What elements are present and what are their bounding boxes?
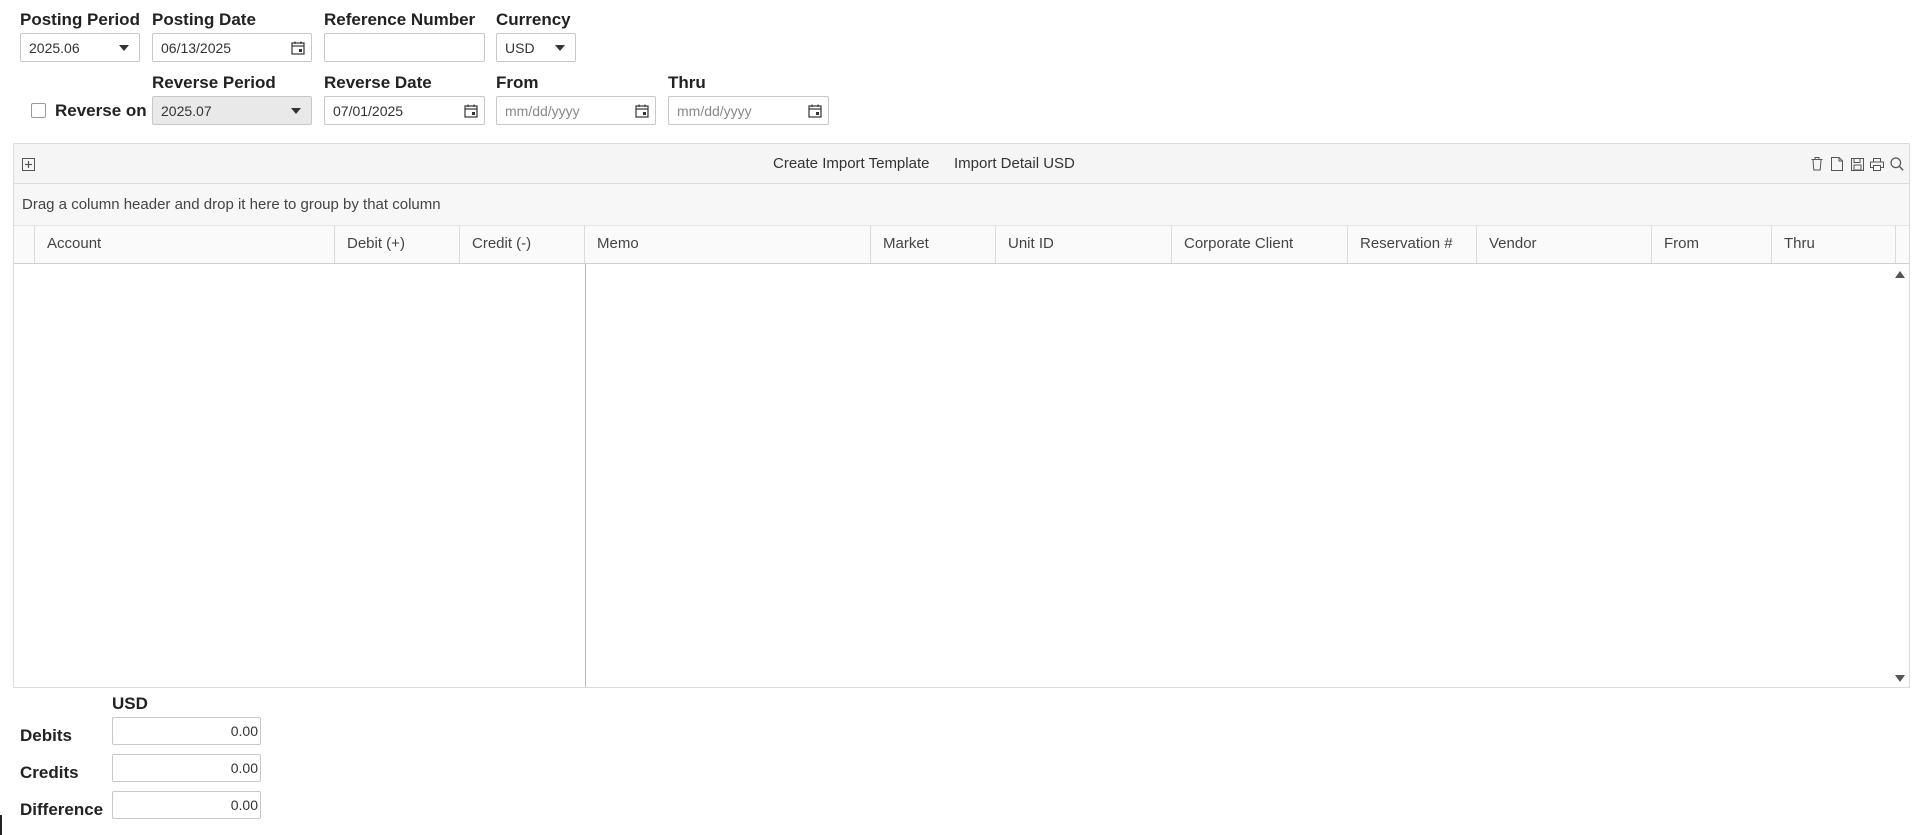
- posting-period-select[interactable]: 2025.06: [20, 33, 140, 62]
- posting-period-value: 2025.06: [29, 39, 80, 56]
- column-header-reservation[interactable]: Reservation #: [1348, 226, 1477, 263]
- chevron-down-icon: [291, 107, 301, 114]
- credits-label: Credits: [20, 763, 79, 782]
- from-date-field[interactable]: mm/dd/yyyy: [496, 96, 656, 125]
- currency-select[interactable]: USD: [496, 33, 576, 62]
- reverse-on-label: Reverse on: [55, 101, 147, 120]
- journal-detail-grid: Create Import Template Import Detail USD…: [13, 143, 1910, 688]
- difference-total: 0.00: [112, 791, 261, 819]
- debits-label: Debits: [20, 726, 72, 745]
- grid-toolbar: Create Import Template Import Detail USD: [14, 144, 1909, 184]
- column-header-account[interactable]: Account: [35, 226, 335, 263]
- delete-icon[interactable]: [1809, 156, 1825, 172]
- posting-date-label: Posting Date: [152, 10, 256, 29]
- expand-icon[interactable]: [20, 156, 36, 172]
- column-header-memo[interactable]: Memo: [585, 226, 871, 263]
- group-by-panel[interactable]: Drag a column header and drop it here to…: [14, 184, 1909, 226]
- column-header-credit[interactable]: Credit (-): [460, 226, 585, 263]
- create-import-template-button[interactable]: Create Import Template: [773, 155, 929, 172]
- calendar-icon[interactable]: [457, 97, 484, 124]
- reverse-period-value: 2025.07: [161, 102, 212, 119]
- posting-date-value: 06/13/2025: [161, 39, 232, 56]
- grid-header-row: Account Debit (+) Credit (-) Memo Market…: [14, 226, 1909, 264]
- thru-date-placeholder: mm/dd/yyyy: [677, 102, 752, 119]
- reverse-date-value: 07/01/2025: [333, 102, 404, 119]
- reverse-on-checkbox[interactable]: [31, 103, 46, 118]
- chevron-down-icon: [555, 44, 565, 51]
- column-header-unit-id[interactable]: Unit ID: [996, 226, 1172, 263]
- column-header-thru[interactable]: Thru: [1772, 226, 1896, 263]
- calendar-icon[interactable]: [628, 97, 655, 124]
- from-date-placeholder: mm/dd/yyyy: [505, 102, 580, 119]
- calendar-icon[interactable]: [801, 97, 828, 124]
- calendar-icon[interactable]: [284, 34, 311, 61]
- difference-label: Difference: [20, 800, 104, 819]
- posting-period-label: Posting Period: [20, 10, 140, 29]
- scroll-up-icon[interactable]: [1894, 268, 1906, 280]
- import-detail-button[interactable]: Import Detail USD: [954, 155, 1075, 172]
- print-icon[interactable]: [1869, 156, 1885, 172]
- reference-number-input[interactable]: [324, 33, 485, 62]
- reverse-period-label: Reverse Period: [152, 73, 276, 92]
- column-header-from[interactable]: From: [1652, 226, 1772, 263]
- posting-date-field[interactable]: 06/13/2025: [152, 33, 312, 62]
- column-header-corporate-client[interactable]: Corporate Client: [1172, 226, 1348, 263]
- chevron-down-icon: [119, 44, 129, 51]
- column-header-vendor[interactable]: Vendor: [1477, 226, 1652, 263]
- totals-currency-header: USD: [112, 694, 148, 713]
- column-header-market[interactable]: Market: [871, 226, 996, 263]
- scroll-down-icon[interactable]: [1894, 672, 1906, 684]
- thru-date-field[interactable]: mm/dd/yyyy: [668, 96, 829, 125]
- from-label: From: [496, 73, 539, 92]
- text-cursor: [0, 815, 2, 835]
- reference-number-label: Reference Number: [324, 10, 476, 29]
- column-header-debit[interactable]: Debit (+): [335, 226, 460, 263]
- search-icon[interactable]: [1889, 156, 1905, 172]
- currency-value: USD: [505, 39, 535, 56]
- reverse-period-select[interactable]: 2025.07: [152, 96, 312, 125]
- document-icon[interactable]: [1829, 156, 1845, 172]
- credits-total: 0.00: [112, 754, 261, 782]
- reverse-date-field[interactable]: 07/01/2025: [324, 96, 485, 125]
- frozen-columns-divider: [585, 264, 586, 687]
- save-icon[interactable]: [1849, 156, 1865, 172]
- group-hint-text: Drag a column header and drop it here to…: [22, 196, 441, 213]
- reverse-date-label: Reverse Date: [324, 73, 432, 92]
- currency-label: Currency: [496, 10, 571, 29]
- row-selector-header: [14, 226, 35, 263]
- debits-total: 0.00: [112, 717, 261, 745]
- thru-label: Thru: [668, 73, 706, 92]
